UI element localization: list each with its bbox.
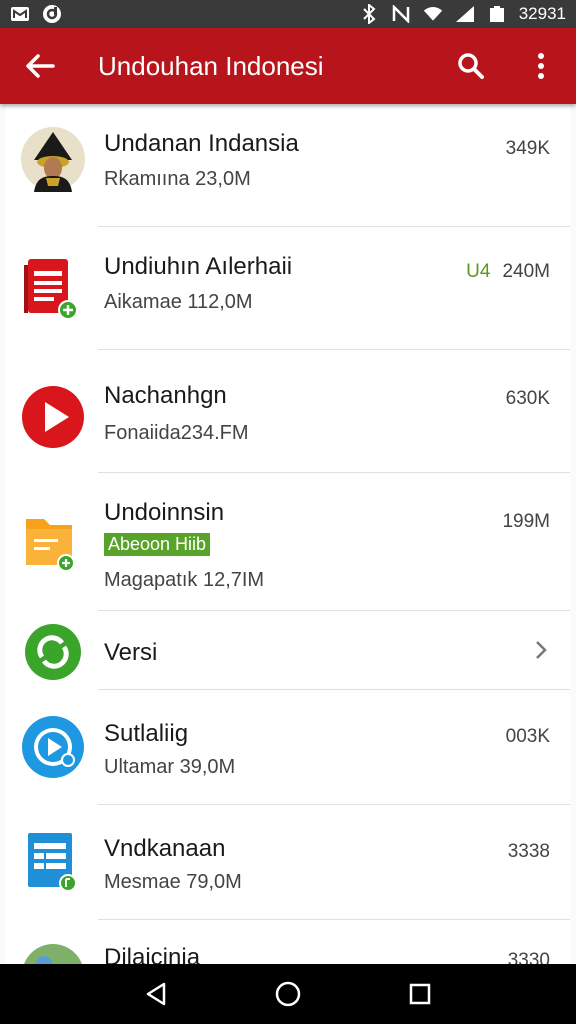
page-title: Undouhan Indonesi [98, 50, 324, 81]
list-item[interactable]: Dilaicinia 3330 [6, 920, 570, 964]
item-name: Vndkanaan [104, 835, 226, 862]
list-item-versi[interactable]: Versi [6, 611, 570, 689]
item-name: Undoinnsin [104, 499, 225, 526]
search-button[interactable] [436, 28, 506, 104]
item-name: Undanan Indansia [104, 130, 299, 157]
signal-icon [455, 5, 475, 23]
status-badge: Abeoon Hiib [104, 533, 211, 556]
search-icon [458, 53, 484, 79]
item-size-group: U4 240M [466, 261, 550, 283]
item-size: 630K [505, 388, 550, 409]
blue-video-icon [20, 714, 86, 780]
nav-home-icon [275, 981, 301, 1007]
item-name: Dilaicinia [104, 944, 201, 964]
green-refresh-icon [20, 619, 86, 685]
list-item[interactable]: Sutlaliig Ultamar 39,0M 003K [6, 690, 570, 804]
orange-folder-icon [20, 509, 86, 575]
battery-icon [487, 5, 507, 23]
item-subtitle: Mesmae 79,0M [104, 871, 242, 893]
mail-icon [10, 5, 30, 23]
nav-recents-button[interactable] [400, 974, 440, 1014]
item-name: Nachanhgn [104, 382, 227, 409]
list-item[interactable]: Nachanhgn Fonaiida234.FM 630K [6, 350, 570, 472]
nav-recents-icon [409, 983, 431, 1005]
item-size: 003K [505, 726, 550, 747]
back-arrow-icon [26, 54, 55, 78]
overflow-menu-button[interactable] [506, 28, 576, 104]
item-size: 240M [502, 261, 550, 282]
bluetooth-icon [359, 4, 379, 24]
item-name: Sutlaliig [104, 720, 189, 747]
item-size-prefix: U4 [466, 261, 491, 282]
item-subtitle: Rkamıına 23,0M [104, 168, 251, 190]
nav-back-icon [146, 982, 166, 1006]
status-time: 32931 [518, 4, 566, 23]
item-size: 3338 [507, 841, 550, 862]
item-size: 199M [502, 511, 550, 532]
list-item[interactable]: Undanan Indansia Rkamıına 23,0M 349K [6, 104, 570, 226]
wifi-icon [423, 5, 443, 23]
red-document-icon [20, 255, 86, 321]
item-subtitle: Aikamae 112,0M [104, 291, 253, 313]
globe-photo [20, 942, 86, 964]
item-name: Undiuhın Aılerhaii [104, 253, 293, 280]
app-bar: Undouhan Indonesi [0, 28, 576, 104]
nav-back-button[interactable] [136, 974, 176, 1014]
item-name: Versi [104, 639, 158, 666]
item-size: 3330 [507, 950, 550, 964]
list-item[interactable]: Undoinnsin Abeoon Hiib Magapatık 12,7IM … [6, 473, 570, 610]
overflow-menu-icon [538, 53, 544, 79]
nav-home-button[interactable] [268, 974, 308, 1014]
play-icon [20, 384, 86, 450]
blue-sheet-icon [20, 829, 86, 895]
navigation-bar [0, 964, 576, 1024]
list-item[interactable]: Vndkanaan Mesmae 79,0M 3338 [6, 805, 570, 919]
list-item[interactable]: Undiuhın Aılerhaii Aikamae 112,0M U4 240M [6, 227, 570, 349]
avatar [20, 126, 86, 192]
nfc-icon [391, 5, 411, 23]
circle-app-icon [42, 5, 62, 23]
item-subtitle: Fonaiida234.FM [104, 422, 249, 444]
item-size: 349K [505, 138, 550, 159]
back-button[interactable] [0, 28, 80, 104]
item-subtitle: Ultamar 39,0M [104, 756, 236, 778]
status-bar: 32931 [0, 0, 576, 28]
item-subtitle: Magapatık 12,7IM [104, 569, 265, 591]
download-list: Undanan Indansia Rkamıına 23,0M 349K Und… [6, 104, 570, 964]
chevron-right-icon [534, 639, 548, 666]
